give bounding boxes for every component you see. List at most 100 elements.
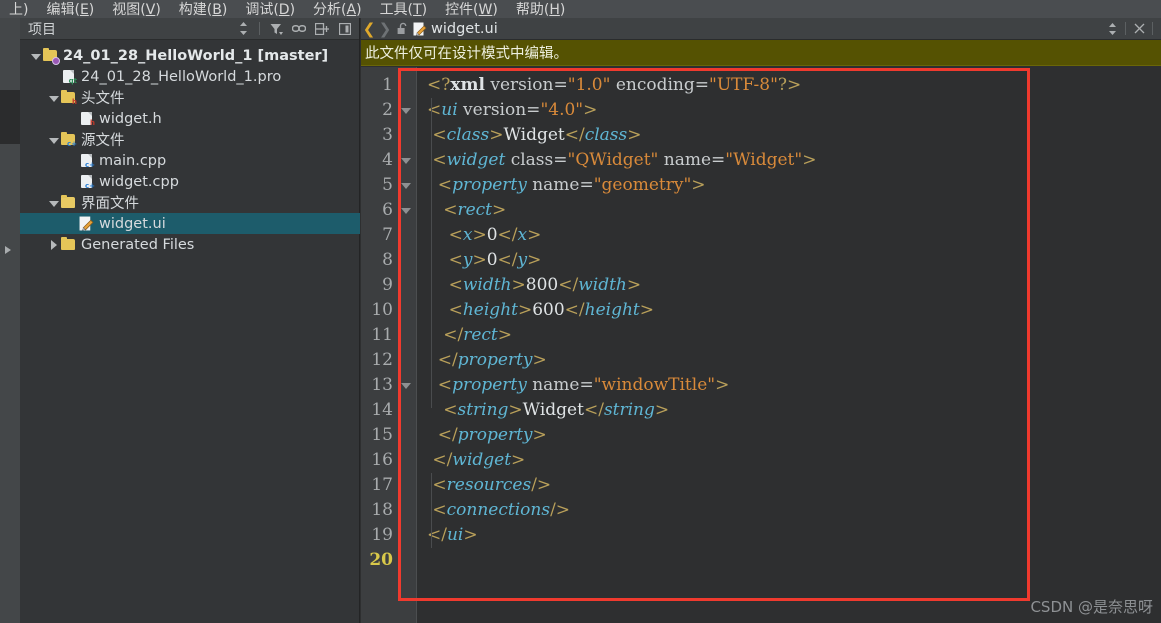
code-line[interactable]: <?xml version="1.0" encoding="UTF-8"?> (427, 73, 1161, 98)
code-token-at: name= (658, 150, 726, 170)
tree-item-2[interactable]: h 头文件 (20, 87, 360, 108)
code-line[interactable]: <y>0</y> (427, 248, 1161, 273)
code-token-tg: width (462, 275, 512, 295)
twisty-right-icon[interactable] (48, 239, 59, 250)
mode-selector-active-block[interactable] (0, 90, 20, 144)
code-line[interactable]: <width>800</width> (427, 273, 1161, 298)
menu-item-4[interactable]: 调试(D) (236, 2, 304, 18)
menu-item-8[interactable]: 帮助(H) (507, 2, 574, 18)
fold-marker-column[interactable] (397, 67, 417, 623)
code-token-br: </ (497, 225, 518, 245)
expand-arrow-icon[interactable] (5, 246, 11, 254)
tree-item-label: 界面文件 (81, 196, 139, 212)
twisty-down-icon[interactable] (48, 197, 59, 208)
code-line[interactable]: </widget> (427, 448, 1161, 473)
line-number: 4 (382, 150, 393, 170)
code-token-at: class= (505, 150, 568, 170)
fold-toggle-icon[interactable] (397, 198, 416, 223)
code-token-br: < (427, 500, 447, 520)
twisty-placeholder (66, 176, 77, 187)
code-line[interactable]: <property name="geometry"> (427, 173, 1161, 198)
tree-item-4[interactable]: c+ 源文件 (20, 129, 360, 150)
code-line[interactable] (427, 548, 1161, 573)
tab-dropdown-icon[interactable] (1105, 22, 1119, 36)
twisty-down-icon[interactable] (30, 50, 41, 61)
menu-item-3[interactable]: 构建(B) (170, 2, 237, 18)
project-tree[interactable]: 24_01_28_HelloWorld_1 [master] qt 24_01_28… (20, 41, 360, 623)
menu-item-2[interactable]: 视图(V) (103, 2, 170, 18)
editor-tab-bar: ❮ ❯ widget.ui (361, 18, 1161, 40)
filter-icon[interactable] (269, 22, 283, 36)
code-line[interactable]: <x>0</x> (427, 223, 1161, 248)
close-panel-icon[interactable] (338, 22, 352, 36)
navigate-forward-icon[interactable]: ❯ (377, 21, 393, 37)
sync-selector-icon[interactable] (236, 22, 250, 36)
menu-item-5[interactable]: 分析(A) (304, 2, 371, 18)
code-line[interactable]: <rect> (427, 198, 1161, 223)
qt-pro-file-icon: qt (61, 69, 77, 85)
editor-tab-controls (1105, 22, 1161, 36)
code-token-br: <? (427, 75, 451, 95)
code-token-br: </ (558, 275, 579, 295)
twisty-down-icon[interactable] (48, 134, 59, 145)
code-token-at: name= (526, 175, 594, 195)
twisty-placeholder (66, 155, 77, 166)
code-line[interactable]: <ui version="4.0"> (427, 98, 1161, 123)
code-editor[interactable]: 1 2 3 4 5 6 7 8 9 10 11 12 13 14 15 16 17 18 19 20 <?xml ve… (361, 67, 1161, 623)
code-token-tg: x (517, 225, 528, 245)
code-text-area[interactable]: <?xml version="1.0" encoding="UTF-8"?> <u… (417, 67, 1161, 623)
tree-item-0[interactable]: 24_01_28_HelloWorld_1 [master] (20, 45, 360, 66)
code-line[interactable]: <widget class="QWidget" name="Widget"> (427, 148, 1161, 173)
code-line[interactable]: </property> (427, 348, 1161, 373)
tree-item-9[interactable]: Generated Files (20, 234, 360, 255)
menu-item-1[interactable]: 编辑(E) (37, 2, 103, 18)
tree-item-1[interactable]: qt 24_01_28_HelloWorld_1.pro (20, 66, 360, 87)
twisty-down-icon[interactable] (48, 92, 59, 103)
code-token-br: > (492, 200, 507, 220)
fold-toggle-icon[interactable] (397, 98, 416, 123)
code-line[interactable]: <property name="windowTitle"> (427, 373, 1161, 398)
code-line[interactable]: </property> (427, 423, 1161, 448)
editor-tab-label[interactable]: widget.ui (431, 21, 1105, 37)
code-line[interactable]: <height>600</height> (427, 298, 1161, 323)
mode-selector-strip[interactable] (0, 18, 20, 623)
tree-item-7[interactable]: 界面文件 (20, 192, 360, 213)
fold-toggle-icon[interactable] (397, 173, 416, 198)
menu-item-6[interactable]: 工具(T) (371, 2, 437, 18)
tree-item-6[interactable]: c+ widget.cpp (20, 171, 360, 192)
code-line[interactable]: <class>Widget</class> (427, 123, 1161, 148)
close-tab-icon[interactable] (1132, 22, 1146, 36)
code-line[interactable]: </rect> (427, 323, 1161, 348)
unlocked-icon[interactable] (393, 22, 411, 35)
fold-toggle-icon[interactable] (397, 148, 416, 173)
code-token-tg: class (446, 125, 490, 145)
menu-item-7[interactable]: 控件(W) (436, 2, 507, 18)
fold-toggle-icon[interactable] (397, 373, 416, 398)
code-token-br: </ (583, 400, 604, 420)
line-number: 5 (382, 175, 393, 195)
menu-item-0[interactable]: 上) (0, 2, 37, 18)
code-token-br: > (802, 150, 817, 170)
tree-item-3[interactable]: h widget.h (20, 108, 360, 129)
project-folder-icon (43, 48, 60, 65)
split-icon[interactable] (315, 22, 329, 36)
tree-item-8[interactable]: widget.ui (20, 213, 360, 234)
code-line[interactable]: <string>Widget</string> (427, 398, 1161, 423)
link-icon[interactable] (292, 22, 306, 36)
code-token-tg: height (462, 300, 518, 320)
code-token-vl: "1.0" (567, 75, 611, 95)
code-token-br: </ (427, 425, 458, 445)
code-token-br: < (427, 225, 463, 245)
code-line[interactable]: </ui> (427, 523, 1161, 548)
tree-item-5[interactable]: c+ main.cpp (20, 150, 360, 171)
code-token-br: /> (550, 500, 571, 520)
code-line[interactable]: <connections/> (427, 498, 1161, 523)
code-line[interactable]: <resources/> (427, 473, 1161, 498)
line-number: 2 (382, 100, 393, 120)
navigate-back-icon[interactable]: ❮ (361, 21, 377, 37)
